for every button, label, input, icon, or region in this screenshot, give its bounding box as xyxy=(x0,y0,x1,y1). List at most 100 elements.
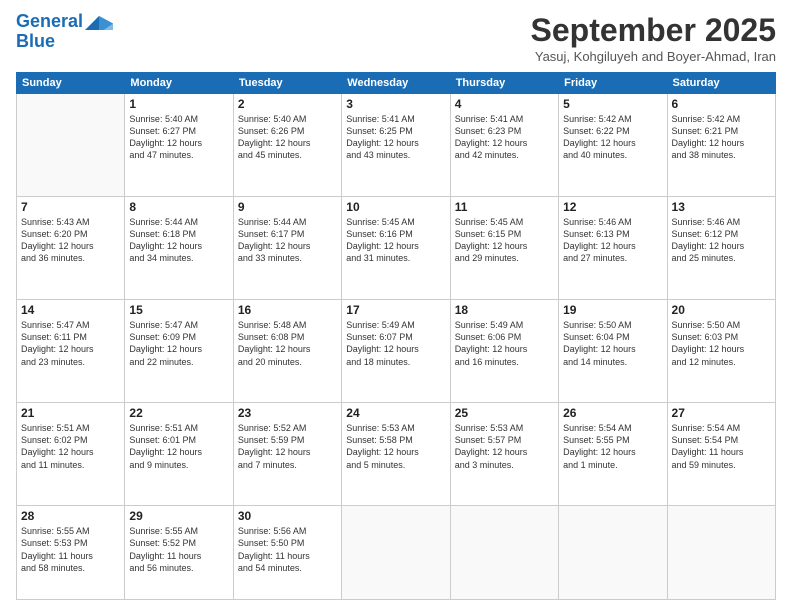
calendar-cell: 14 Sunrise: 5:47 AM Sunset: 6:11 PM Dayli… xyxy=(17,300,125,403)
day-number: 19 xyxy=(563,303,662,317)
logo-icon xyxy=(85,16,113,30)
calendar-cell: 30 Sunrise: 5:56 AM Sunset: 5:50 PM Dayli… xyxy=(233,506,341,600)
calendar-cell: 5 Sunrise: 5:42 AM Sunset: 6:22 PM Daylig… xyxy=(559,94,667,197)
day-number: 30 xyxy=(238,509,337,523)
calendar-cell: 13 Sunrise: 5:46 AM Sunset: 6:12 PM Dayli… xyxy=(667,197,775,300)
cell-info: Sunrise: 5:47 AM Sunset: 6:09 PM Dayligh… xyxy=(129,319,228,368)
calendar-cell xyxy=(450,506,558,600)
cell-info: Sunrise: 5:54 AM Sunset: 5:55 PM Dayligh… xyxy=(563,422,662,471)
day-number: 23 xyxy=(238,406,337,420)
cell-info: Sunrise: 5:54 AM Sunset: 5:54 PM Dayligh… xyxy=(672,422,771,471)
calendar-cell: 29Sunrise: 5:55 AM Sunset: 5:52 PM Dayli… xyxy=(125,506,233,600)
cell-info: Sunrise: 5:51 AM Sunset: 6:01 PM Dayligh… xyxy=(129,422,228,471)
calendar-cell: 17Sunrise: 5:49 AM Sunset: 6:07 PM Dayli… xyxy=(342,300,450,403)
weekday-header-friday: Friday xyxy=(559,73,667,94)
calendar-cell: 21 Sunrise: 5:51 AM Sunset: 6:02 PM Dayli… xyxy=(17,403,125,506)
day-number: 16 xyxy=(238,303,337,317)
weekday-header-tuesday: Tuesday xyxy=(233,73,341,94)
logo-blue-text: Blue xyxy=(16,32,55,52)
cell-info: Sunrise: 5:53 AM Sunset: 5:57 PM Dayligh… xyxy=(455,422,554,471)
day-number: 13 xyxy=(672,200,771,214)
day-number: 29 xyxy=(129,509,228,523)
day-number: 5 xyxy=(563,97,662,111)
cell-info: Sunrise: 5:41 AM Sunset: 6:25 PM Dayligh… xyxy=(346,113,445,162)
calendar-cell: 25 Sunrise: 5:53 AM Sunset: 5:57 PM Dayli… xyxy=(450,403,558,506)
cell-info: Sunrise: 5:50 AM Sunset: 6:04 PM Dayligh… xyxy=(563,319,662,368)
logo-text: General xyxy=(16,12,83,32)
calendar-cell: 28 Sunrise: 5:55 AM Sunset: 5:53 PM Dayli… xyxy=(17,506,125,600)
day-number: 1 xyxy=(129,97,228,111)
calendar-cell: 23 Sunrise: 5:52 AM Sunset: 5:59 PM Dayli… xyxy=(233,403,341,506)
title-block: September 2025 Yasuj, Kohgiluyeh and Boy… xyxy=(531,12,776,64)
cell-info: Sunrise: 5:42 AM Sunset: 6:22 PM Dayligh… xyxy=(563,113,662,162)
calendar-cell: 2Sunrise: 5:40 AM Sunset: 6:26 PM Daylig… xyxy=(233,94,341,197)
day-number: 27 xyxy=(672,406,771,420)
cell-info: Sunrise: 5:46 AM Sunset: 6:12 PM Dayligh… xyxy=(672,216,771,265)
cell-info: Sunrise: 5:48 AM Sunset: 6:08 PM Dayligh… xyxy=(238,319,337,368)
calendar-cell: 9Sunrise: 5:44 AM Sunset: 6:17 PM Daylig… xyxy=(233,197,341,300)
calendar-cell: 7 Sunrise: 5:43 AM Sunset: 6:20 PM Daylig… xyxy=(17,197,125,300)
page: General Blue September 2025 Yasuj, Kohgi… xyxy=(0,0,792,612)
calendar-cell: 22 Sunrise: 5:51 AM Sunset: 6:01 PM Dayli… xyxy=(125,403,233,506)
day-number: 3 xyxy=(346,97,445,111)
cell-info: Sunrise: 5:44 AM Sunset: 6:18 PM Dayligh… xyxy=(129,216,228,265)
calendar-cell xyxy=(342,506,450,600)
calendar-cell: 26 Sunrise: 5:54 AM Sunset: 5:55 PM Dayli… xyxy=(559,403,667,506)
calendar-cell: 15 Sunrise: 5:47 AM Sunset: 6:09 PM Dayli… xyxy=(125,300,233,403)
calendar-cell: 12Sunrise: 5:46 AM Sunset: 6:13 PM Dayli… xyxy=(559,197,667,300)
logo: General Blue xyxy=(16,12,113,52)
day-number: 22 xyxy=(129,406,228,420)
day-number: 7 xyxy=(21,200,120,214)
day-number: 15 xyxy=(129,303,228,317)
calendar-week-row: 1Sunrise: 5:40 AM Sunset: 6:27 PM Daylig… xyxy=(17,94,776,197)
calendar-cell xyxy=(667,506,775,600)
day-number: 18 xyxy=(455,303,554,317)
calendar-cell: 18 Sunrise: 5:49 AM Sunset: 6:06 PM Dayli… xyxy=(450,300,558,403)
cell-info: Sunrise: 5:46 AM Sunset: 6:13 PM Dayligh… xyxy=(563,216,662,265)
cell-info: Sunrise: 5:53 AM Sunset: 5:58 PM Dayligh… xyxy=(346,422,445,471)
location-subtitle: Yasuj, Kohgiluyeh and Boyer-Ahmad, Iran xyxy=(531,49,776,64)
weekday-header-thursday: Thursday xyxy=(450,73,558,94)
cell-info: Sunrise: 5:45 AM Sunset: 6:15 PM Dayligh… xyxy=(455,216,554,265)
cell-info: Sunrise: 5:47 AM Sunset: 6:11 PM Dayligh… xyxy=(21,319,120,368)
cell-info: Sunrise: 5:44 AM Sunset: 6:17 PM Dayligh… xyxy=(238,216,337,265)
cell-info: Sunrise: 5:49 AM Sunset: 6:06 PM Dayligh… xyxy=(455,319,554,368)
calendar-week-row: 21 Sunrise: 5:51 AM Sunset: 6:02 PM Dayli… xyxy=(17,403,776,506)
cell-info: Sunrise: 5:41 AM Sunset: 6:23 PM Dayligh… xyxy=(455,113,554,162)
cell-info: Sunrise: 5:56 AM Sunset: 5:50 PM Dayligh… xyxy=(238,525,337,574)
calendar-cell: 8Sunrise: 5:44 AM Sunset: 6:18 PM Daylig… xyxy=(125,197,233,300)
calendar-cell: 20Sunrise: 5:50 AM Sunset: 6:03 PM Dayli… xyxy=(667,300,775,403)
cell-info: Sunrise: 5:52 AM Sunset: 5:59 PM Dayligh… xyxy=(238,422,337,471)
header: General Blue September 2025 Yasuj, Kohgi… xyxy=(16,12,776,64)
calendar-cell xyxy=(17,94,125,197)
day-number: 21 xyxy=(21,406,120,420)
weekday-header-wednesday: Wednesday xyxy=(342,73,450,94)
calendar-week-row: 14 Sunrise: 5:47 AM Sunset: 6:11 PM Dayli… xyxy=(17,300,776,403)
cell-info: Sunrise: 5:43 AM Sunset: 6:20 PM Dayligh… xyxy=(21,216,120,265)
day-number: 24 xyxy=(346,406,445,420)
calendar-cell: 19 Sunrise: 5:50 AM Sunset: 6:04 PM Dayli… xyxy=(559,300,667,403)
calendar-week-row: 28 Sunrise: 5:55 AM Sunset: 5:53 PM Dayli… xyxy=(17,506,776,600)
calendar-cell xyxy=(559,506,667,600)
day-number: 6 xyxy=(672,97,771,111)
cell-info: Sunrise: 5:55 AM Sunset: 5:53 PM Dayligh… xyxy=(21,525,120,574)
calendar-cell: 3 Sunrise: 5:41 AM Sunset: 6:25 PM Daylig… xyxy=(342,94,450,197)
day-number: 28 xyxy=(21,509,120,523)
calendar-cell: 6Sunrise: 5:42 AM Sunset: 6:21 PM Daylig… xyxy=(667,94,775,197)
calendar-cell: 27 Sunrise: 5:54 AM Sunset: 5:54 PM Dayli… xyxy=(667,403,775,506)
day-number: 25 xyxy=(455,406,554,420)
cell-info: Sunrise: 5:50 AM Sunset: 6:03 PM Dayligh… xyxy=(672,319,771,368)
day-number: 26 xyxy=(563,406,662,420)
weekday-header-sunday: Sunday xyxy=(17,73,125,94)
weekday-header-monday: Monday xyxy=(125,73,233,94)
day-number: 14 xyxy=(21,303,120,317)
cell-info: Sunrise: 5:45 AM Sunset: 6:16 PM Dayligh… xyxy=(346,216,445,265)
cell-info: Sunrise: 5:51 AM Sunset: 6:02 PM Dayligh… xyxy=(21,422,120,471)
calendar-table: SundayMondayTuesdayWednesdayThursdayFrid… xyxy=(16,72,776,600)
day-number: 11 xyxy=(455,200,554,214)
cell-info: Sunrise: 5:49 AM Sunset: 6:07 PM Dayligh… xyxy=(346,319,445,368)
calendar-cell: 24 Sunrise: 5:53 AM Sunset: 5:58 PM Dayli… xyxy=(342,403,450,506)
day-number: 10 xyxy=(346,200,445,214)
weekday-header-row: SundayMondayTuesdayWednesdayThursdayFrid… xyxy=(17,73,776,94)
calendar-cell: 4Sunrise: 5:41 AM Sunset: 6:23 PM Daylig… xyxy=(450,94,558,197)
